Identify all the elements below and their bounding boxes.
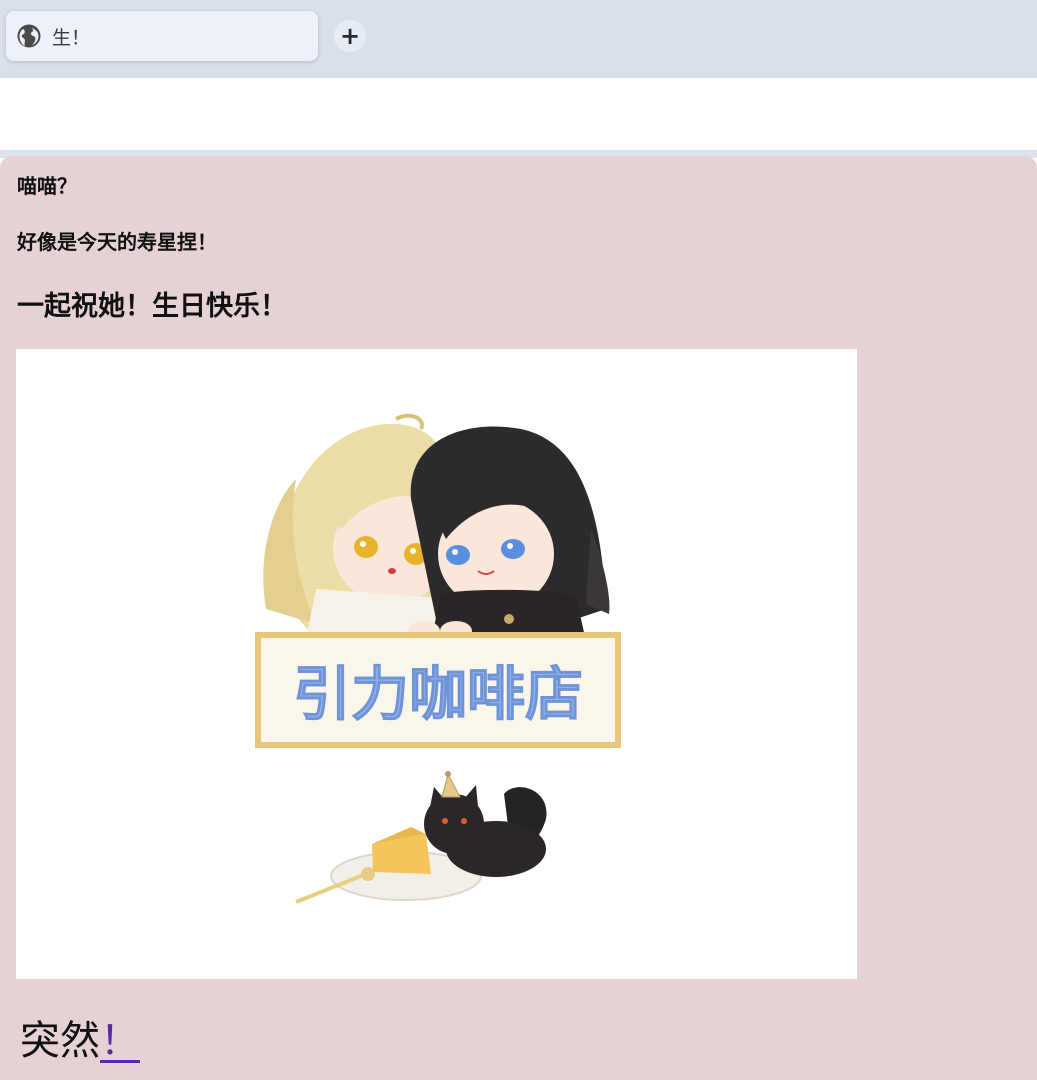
birthday-illustration: 引力咖啡店 bbox=[16, 349, 857, 979]
globe-icon bbox=[16, 23, 42, 49]
ending-link[interactable]: ！ bbox=[100, 1018, 140, 1064]
post-line-1: 喵喵？ bbox=[17, 174, 77, 198]
post-line-2: 好像是今天的寿星捏！ bbox=[17, 230, 217, 254]
page-content: 喵喵？ 好像是今天的寿星捏！ 一起祝她！生日快乐！ 引力咖啡店 突然！ bbox=[0, 156, 1037, 1080]
shop-sign: 引力咖啡店 bbox=[255, 632, 621, 748]
ending-paragraph: 突然！ bbox=[20, 1008, 140, 1066]
address-area bbox=[0, 78, 1037, 150]
browser-tab[interactable]: 生！ bbox=[6, 11, 318, 61]
new-tab-button[interactable]: + bbox=[334, 20, 366, 52]
post-line-3: 一起祝她！生日快乐！ bbox=[17, 291, 287, 322]
tab-title: 生！ bbox=[52, 26, 91, 49]
tab-bar: 生！ + bbox=[0, 0, 1037, 78]
dark-haired-character-figure bbox=[410, 426, 610, 641]
ending-text: 突然 bbox=[20, 1018, 100, 1064]
shop-sign-text: 引力咖啡店 bbox=[293, 660, 583, 728]
